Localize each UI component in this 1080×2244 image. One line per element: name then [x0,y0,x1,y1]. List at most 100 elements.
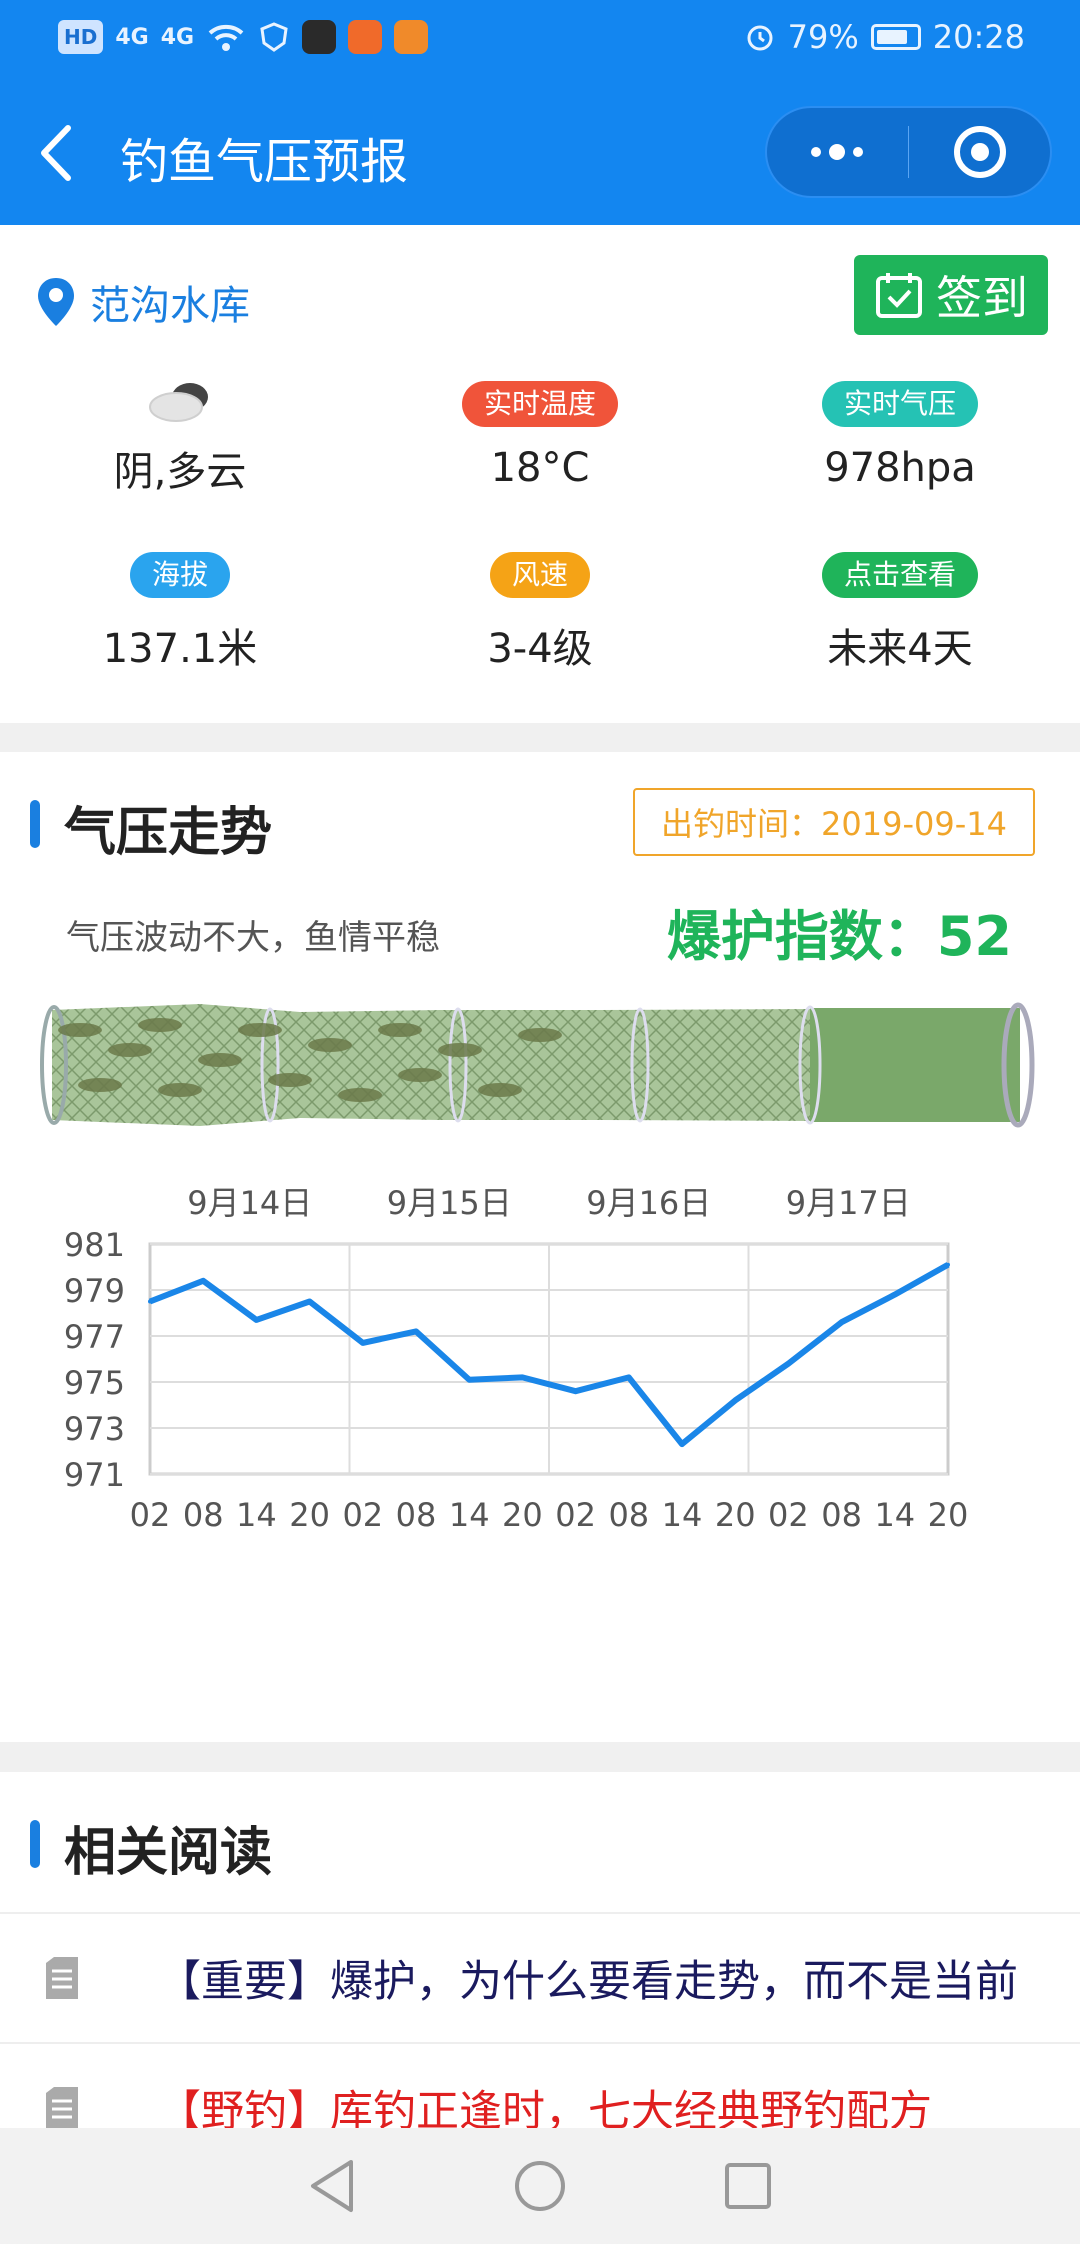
page-title: 钓鱼气压预报 [120,134,409,190]
close-button[interactable] [909,108,1050,196]
data-point [733,1398,738,1403]
fish-shape [338,1088,382,1102]
data-point [892,1292,897,1297]
x-tick-label: 02 [768,1496,809,1534]
fish-shape [238,1023,282,1037]
document-icon [46,1957,78,1999]
x-tick-label: 14 [662,1496,703,1534]
more-button[interactable] [767,108,908,196]
dot [853,147,864,157]
data-point [201,1278,206,1283]
shield-icon [260,22,288,52]
cloudy-icon [149,383,208,422]
temperature-value: 18°C [490,445,590,491]
data-point [680,1442,684,1447]
y-tick-label: 979 [64,1272,125,1310]
x-tick-label: 20 [928,1496,969,1534]
fish-shape [398,1068,442,1082]
wind-tag: 风速 [489,552,590,598]
fish-shape [378,1023,422,1037]
battery-level [876,30,907,44]
article-title[interactable]: 【重要】爆护，为什么要看走势，而不是当前 [158,1947,1018,2009]
fishing-time-badge: 出钓时间：2019-09-14 [633,788,1035,856]
location-name: 范沟水库 [90,283,250,329]
day-label: 9月16日 [586,1184,711,1222]
pressure-chart: 981 979 977 975 973 971 9月14日 9月15日 9月16日 9月17日 02… [64,1184,969,1534]
home-circle-icon[interactable] [512,2158,568,2214]
section-accent [30,1820,40,1868]
back-triangle-icon[interactable] [307,2158,357,2214]
data-point [254,1317,259,1322]
altitude-tag: 海拔 [129,552,230,598]
data-point [520,1375,525,1380]
section-title: 相关阅读 [64,1823,273,1883]
battery-percent: 79% [787,18,859,56]
dot [811,147,822,157]
section-accent [30,800,40,848]
x-tick-label: 20 [715,1496,756,1534]
section-title: 气压走势 [64,803,273,863]
forecast-button[interactable]: 点击查看 [821,552,978,598]
y-tick-label: 975 [64,1364,125,1402]
day-label: 9月17日 [786,1184,911,1222]
status-icons-right: 79% 20:28 [744,18,1025,56]
x-tick-label: 02 [342,1496,383,1534]
pressure-tag: 实时气压 [821,381,978,427]
data-point [360,1340,365,1345]
catch-index: 爆护指数：52 [666,905,1012,968]
altitude-value: 137.1米 [102,626,258,672]
weather-card: 范沟水库 签到 阴,多云 实时温度 18°C 实时气压 978hpa 海拔 13… [0,225,1080,723]
y-tick-label: 971 [64,1456,125,1494]
calendar-check-icon [876,273,922,318]
y-tick-label: 973 [64,1410,125,1448]
data-point [467,1377,472,1382]
pressure: 实时气压 978hpa [720,381,1080,491]
altitude: 海拔 137.1米 [0,552,360,674]
data-point [786,1361,791,1366]
checkin-button[interactable]: 签到 [854,255,1048,335]
signal-icon: 4G [160,24,195,50]
data-point [573,1389,578,1394]
checkin-label: 签到 [936,271,1028,325]
x-tick-label: 08 [183,1496,224,1534]
status-bar: HD 4G 4G 79% 20:28 [0,0,1080,80]
target-icon [953,126,1006,178]
temperature-tag: 实时温度 [461,381,618,427]
x-tick-label: 14 [236,1496,277,1534]
app-icon [394,20,429,54]
x-tick-label: 08 [608,1496,649,1534]
wind-value: 3-4级 [487,626,593,672]
document-icon [46,2087,78,2129]
video-app-icon [302,20,337,54]
fish-shape [198,1053,242,1067]
weather-condition: 阴,多云 [0,375,360,497]
forecast-link[interactable]: 点击查看 未来4天 [720,552,1080,674]
system-nav-bar [0,2128,1080,2244]
location-pin-icon [38,278,74,326]
pressure-trend-card: 气压走势 出钓时间：2019-09-14 气压波动不大，鱼情平稳 爆护指数：52… [0,752,1080,1742]
back-button[interactable] [30,118,90,188]
x-tick-label: 02 [555,1496,596,1534]
data-point [839,1320,844,1325]
fish-shape [108,1043,152,1057]
temperature: 实时温度 18°C [360,381,720,491]
x-tick-label: 20 [289,1496,330,1534]
signal-icon: 4G [115,24,149,50]
y-tick-label: 981 [64,1226,125,1264]
location[interactable]: 范沟水库 [36,273,250,331]
article-item[interactable]: 【重要】爆护，为什么要看走势，而不是当前 [0,1912,1080,2042]
fish-shape [58,1023,102,1037]
fish-shape [78,1078,122,1092]
x-tick-label: 14 [449,1496,490,1534]
clock: 20:28 [932,18,1025,56]
data-point [946,1262,950,1267]
forecast-value: 未来4天 [827,626,973,672]
fish-shape [268,1073,312,1087]
fish-shape [158,1083,202,1097]
recents-square-icon[interactable] [723,2161,773,2211]
x-tick-label: 08 [821,1496,862,1534]
y-tick-label: 977 [64,1318,125,1356]
data-point [148,1299,152,1304]
hd-icon: HD [58,20,104,54]
miniprogram-capsule [765,106,1052,198]
